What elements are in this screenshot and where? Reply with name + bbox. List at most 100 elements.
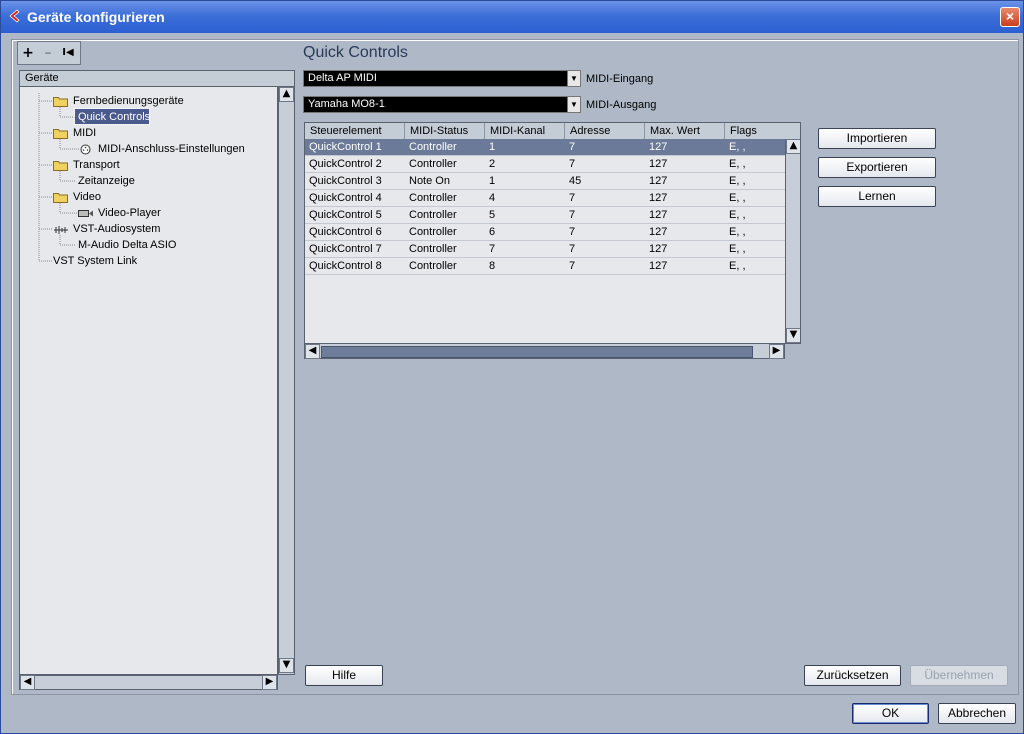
- column-header-steuerelement[interactable]: Steuerelement: [305, 123, 405, 139]
- chevron-down-icon: ▼: [282, 659, 291, 670]
- reset-button[interactable]: Zurücksetzen: [804, 665, 901, 686]
- column-header-midi-status[interactable]: MIDI-Status: [405, 123, 485, 139]
- table-row[interactable]: QuickControl 7 Controller 7 7 127 E, ,: [305, 241, 785, 258]
- table-cell: Controller: [409, 243, 457, 255]
- quick-controls-table: Steuerelement MIDI-Status MIDI-Kanal Adr…: [304, 122, 801, 344]
- title-bar[interactable]: Geräte konfigurieren ×: [1, 1, 1023, 33]
- table-cell: 4: [489, 192, 496, 204]
- midi-port-icon: [80, 144, 91, 155]
- table-cell: E, ,: [729, 243, 746, 255]
- table-cell: 127: [649, 158, 668, 170]
- table-cell: 127: [649, 175, 668, 187]
- export-button[interactable]: Exportieren: [818, 157, 936, 178]
- device-setup-window: Geräte konfigurieren × + – I◀ Geräte Fer…: [0, 0, 1024, 734]
- table-cell: 8: [489, 260, 496, 272]
- close-icon: ×: [1005, 8, 1015, 24]
- table-cell: 7: [569, 141, 576, 153]
- table-header: Steuerelement MIDI-Status MIDI-Kanal Adr…: [305, 123, 800, 140]
- apply-button[interactable]: Übernehmen: [910, 665, 1008, 686]
- tree-item-label: MIDI-Anschluss-Einstellungen: [98, 143, 245, 155]
- scroll-up-button[interactable]: ▲: [279, 87, 294, 102]
- scroll-down-button[interactable]: ▼: [786, 328, 800, 343]
- folder-icon: [53, 97, 68, 107]
- table-cell: E, ,: [729, 158, 746, 170]
- minus-icon: –: [44, 45, 52, 61]
- cubase-logo-icon: [9, 9, 20, 23]
- table-cell: 45: [569, 175, 582, 187]
- chevron-up-icon: ▲: [282, 88, 291, 99]
- chevron-up-icon: ▲: [789, 140, 798, 151]
- help-button[interactable]: Hilfe: [305, 665, 383, 686]
- table-cell: E, ,: [729, 260, 746, 272]
- plus-icon: +: [22, 45, 34, 61]
- tree-item-label: Zeitanzeige: [78, 175, 135, 187]
- tree-vertical-scrollbar[interactable]: ▲ ▼: [278, 87, 295, 675]
- column-header-flags[interactable]: Flags: [725, 123, 800, 139]
- close-button[interactable]: ×: [1000, 7, 1020, 27]
- table-cell: 7: [569, 158, 576, 170]
- table-cell: Controller: [409, 158, 457, 170]
- import-button[interactable]: Importieren: [818, 128, 936, 149]
- skip-back-icon: I◀: [62, 47, 74, 58]
- table-cell: QuickControl 4: [309, 192, 382, 204]
- scroll-up-button[interactable]: ▲: [786, 139, 800, 154]
- column-header-adresse[interactable]: Adresse: [565, 123, 645, 139]
- tree-item-label: Quick Controls: [78, 111, 151, 123]
- column-header-max-wert[interactable]: Max. Wert: [645, 123, 725, 139]
- scroll-thumb[interactable]: [321, 346, 753, 358]
- scroll-right-button[interactable]: ▶: [262, 675, 277, 690]
- table-cell: 7: [489, 243, 496, 255]
- table-vertical-scrollbar[interactable]: ▲ ▼: [785, 139, 800, 343]
- table-cell: 2: [489, 158, 496, 170]
- table-row[interactable]: QuickControl 3 Note On 1 45 127 E, ,: [305, 173, 785, 190]
- table-row[interactable]: QuickControl 1 Controller 1 7 127 E, ,: [305, 139, 785, 156]
- scroll-right-button[interactable]: ▶: [769, 344, 784, 359]
- table-row[interactable]: QuickControl 2 Controller 2 7 127 E, ,: [305, 156, 785, 173]
- tree-item-label: VST-Audiosystem: [73, 223, 161, 235]
- remove-device-button[interactable]: –: [39, 44, 57, 62]
- ok-button[interactable]: OK: [852, 703, 929, 724]
- table-cell: QuickControl 5: [309, 209, 382, 221]
- scroll-left-button[interactable]: ◀: [20, 675, 35, 690]
- table-cell: 127: [649, 243, 668, 255]
- tree-item-quick-controls[interactable]: Quick Controls: [78, 109, 150, 125]
- table-cell: 127: [649, 260, 668, 272]
- cancel-button[interactable]: Abbrechen: [938, 703, 1016, 724]
- chevron-down-icon[interactable]: ▼: [567, 71, 580, 86]
- chevron-down-icon: ▼: [789, 329, 798, 340]
- table-cell: 127: [649, 209, 668, 221]
- midi-output-select[interactable]: Yamaha MO8-1 ▼: [303, 96, 581, 113]
- tree-item-m-audio-delta-asio[interactable]: M-Audio Delta ASIO: [78, 237, 176, 253]
- learn-button[interactable]: Lernen: [818, 186, 936, 207]
- reset-device-button[interactable]: I◀: [59, 44, 77, 62]
- add-device-button[interactable]: +: [19, 44, 37, 62]
- table-cell: 7: [569, 226, 576, 238]
- table-cell: E, ,: [729, 175, 746, 187]
- chevron-down-icon[interactable]: ▼: [567, 97, 580, 112]
- table-cell: 1: [489, 141, 496, 153]
- table-cell: E, ,: [729, 192, 746, 204]
- table-cell: 127: [649, 226, 668, 238]
- table-row[interactable]: QuickControl 6 Controller 6 7 127 E, ,: [305, 224, 785, 241]
- tree-item-zeitanzeige[interactable]: Zeitanzeige: [78, 173, 135, 189]
- tree-item-label: Transport: [73, 159, 120, 171]
- folder-icon: [53, 129, 68, 139]
- table-row[interactable]: QuickControl 8 Controller 8 7 127 E, ,: [305, 258, 785, 275]
- folder-icon: [53, 161, 68, 171]
- scroll-down-button[interactable]: ▼: [279, 658, 294, 673]
- tree-item-vst-system-link[interactable]: VST System Link: [53, 253, 137, 269]
- tree-item-label: Video-Player: [98, 207, 161, 219]
- table-cell: Controller: [409, 209, 457, 221]
- midi-input-select[interactable]: Delta AP MIDI ▼: [303, 70, 581, 87]
- window-title: Geräte konfigurieren: [27, 9, 165, 25]
- tree-header: Geräte: [19, 70, 295, 87]
- table-row[interactable]: QuickControl 4 Controller 4 7 127 E, ,: [305, 190, 785, 207]
- table-cell: QuickControl 6: [309, 226, 382, 238]
- tree-horizontal-scrollbar[interactable]: ◀ ▶: [19, 675, 278, 690]
- table-row[interactable]: QuickControl 5 Controller 5 7 127 E, ,: [305, 207, 785, 224]
- table-cell: 127: [649, 141, 668, 153]
- column-header-midi-kanal[interactable]: MIDI-Kanal: [485, 123, 565, 139]
- tree-item-label: MIDI: [73, 127, 97, 139]
- table-horizontal-scrollbar[interactable]: ◀ ▶: [304, 343, 785, 359]
- scroll-left-button[interactable]: ◀: [305, 344, 320, 359]
